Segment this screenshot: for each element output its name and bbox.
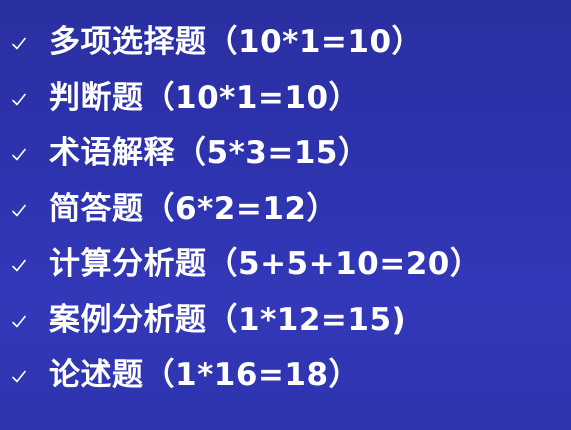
list-item-text: 简答题（6*2=12）: [49, 190, 338, 227]
list-item: 论述题（1*16=18）: [0, 347, 571, 403]
check-icon: [11, 258, 27, 274]
check-icon: [11, 203, 27, 219]
list-item: 案例分析题（1*12=15): [0, 292, 571, 348]
list-item: 多项选择题（10*1=10）: [0, 14, 571, 70]
list-item: 判断题（10*1=10）: [0, 70, 571, 126]
question-type-list: 多项选择题（10*1=10） 判断题（10*1=10） 术语解释（5*3=15）…: [0, 14, 571, 403]
list-item-text: 论述题（1*16=18）: [49, 357, 361, 393]
list-item-text: 术语解释（5*3=15）: [49, 135, 370, 171]
list-item-text: 计算分析题（5+5+10=20）: [49, 246, 482, 282]
check-icon: [11, 147, 27, 163]
list-item-text: 判断题（10*1=10）: [49, 79, 361, 116]
list-item-text: 多项选择题（10*1=10）: [49, 24, 424, 60]
check-icon: [11, 92, 27, 108]
list-item: 计算分析题（5+5+10=20）: [0, 236, 571, 292]
list-item-text: 案例分析题（1*12=15): [49, 301, 407, 338]
check-icon: [11, 369, 27, 385]
check-icon: [11, 314, 27, 330]
list-item: 术语解释（5*3=15）: [0, 125, 571, 181]
list-item: 简答题（6*2=12）: [0, 181, 571, 237]
slide: 多项选择题（10*1=10） 判断题（10*1=10） 术语解释（5*3=15）…: [0, 0, 571, 430]
check-icon: [11, 36, 27, 52]
